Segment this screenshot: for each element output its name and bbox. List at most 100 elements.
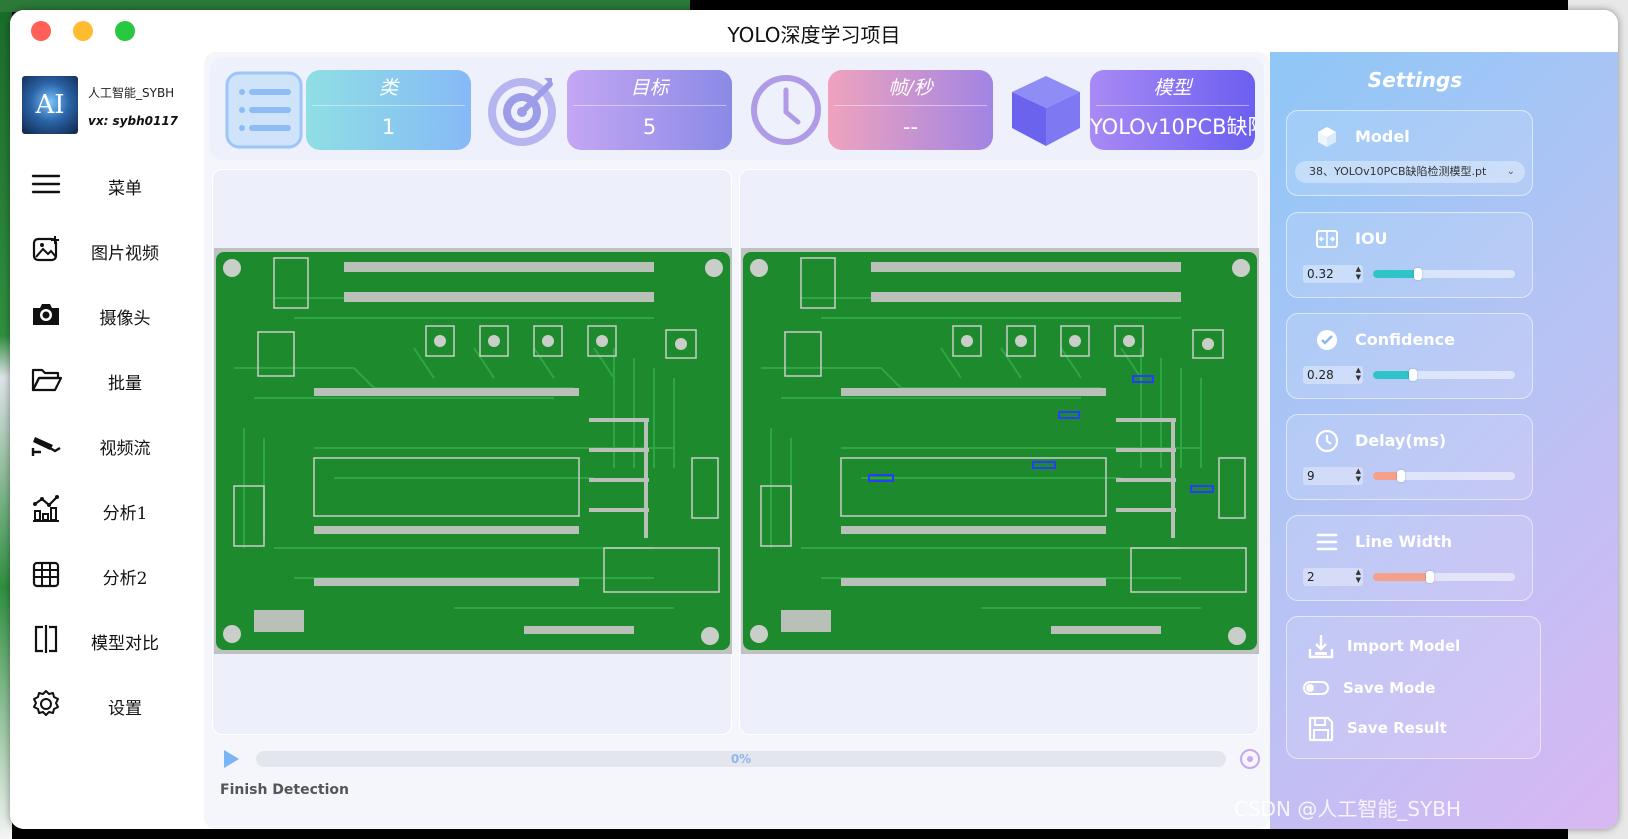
model-select-value: 38、YOLOv10PCB缺陷检测模型.pt	[1309, 165, 1487, 178]
sidebar-item-analysis-1[interactable]: 分析1	[10, 477, 210, 542]
gear-icon	[33, 690, 59, 716]
model-setting-card: Model 38、YOLOv10PCB缺陷检测模型.pt ⌄	[1286, 110, 1533, 196]
confidence-slider[interactable]	[1373, 369, 1515, 381]
profile-vx: vx: sybh0117	[88, 114, 179, 128]
iou-slider[interactable]	[1373, 268, 1515, 280]
settings-title: Settings	[1367, 68, 1463, 92]
class-count-value: 1	[381, 115, 396, 139]
spin-arrows-icon: ▲ ▼	[1355, 265, 1361, 281]
confidence-setting-card: Confidence 0.28 ▲ ▼	[1286, 313, 1533, 399]
delay-setting-card: Delay(ms) 9 ▲ ▼	[1286, 414, 1533, 500]
save-mode-label: Save Mode	[1343, 679, 1436, 697]
list-icon	[225, 71, 303, 149]
fps-title: 帧/秒	[834, 70, 987, 106]
sidebar-item-label: 设置	[108, 699, 142, 719]
target-icon	[488, 78, 556, 146]
sidebar-item-image-video[interactable]: 图片视频	[10, 217, 210, 282]
sidebar-item-batch[interactable]: 批量	[10, 347, 210, 412]
spin-arrows-icon: ▲ ▼	[1355, 568, 1361, 584]
fps-card: 帧/秒 --	[828, 70, 993, 150]
play-button[interactable]	[224, 750, 239, 768]
line-width-slider-fill	[1373, 573, 1430, 581]
sidebar-item-label: 菜单	[108, 179, 142, 199]
status-text: Finish Detection	[220, 782, 349, 798]
spin-arrows-icon: ▲ ▼	[1355, 366, 1361, 382]
fps-value: --	[902, 115, 919, 139]
main-area: 类 1 目标 5 帧/秒 -- 模型 YOLOv10PCB缺 0% Finish…	[204, 52, 1270, 829]
stop-button[interactable]	[1240, 749, 1260, 769]
iou-slider-fill	[1373, 270, 1419, 278]
menu-icon	[31, 174, 61, 194]
profile-name: 人工智能_SYBH	[88, 86, 175, 100]
clock-icon	[1315, 429, 1339, 453]
model-label: Model	[1355, 127, 1410, 146]
split-icon	[1316, 230, 1338, 248]
import-model-label: Import Model	[1347, 637, 1461, 655]
sidebar-item-label: 摄像头	[99, 309, 151, 329]
iou-slider-handle[interactable]	[1414, 268, 1423, 280]
line-width-slider[interactable]	[1373, 571, 1515, 583]
target-count-card: 目标 5	[567, 70, 732, 150]
sidebar-item-menu[interactable]: 菜单	[10, 152, 210, 217]
sidebar-item-analysis-2[interactable]: 分析2	[10, 542, 210, 607]
toggle-switch-icon	[1303, 681, 1329, 695]
iou-setting-card: IOU 0.32 ▲ ▼	[1286, 212, 1533, 298]
progress-row: 0%	[224, 746, 1260, 772]
chevron-down-icon: ⌄	[1506, 166, 1515, 177]
confidence-spinbox[interactable]: 0.28 ▲ ▼	[1303, 366, 1363, 384]
iou-spinbox[interactable]: 0.32 ▲ ▼	[1303, 265, 1363, 283]
target-count-title: 目标	[573, 70, 726, 106]
avatar: AI	[22, 76, 78, 134]
delay-spinbox[interactable]: 9 ▲ ▼	[1303, 467, 1363, 485]
progress-text: 0%	[730, 752, 752, 766]
compare-icon	[34, 625, 58, 653]
confidence-slider-handle[interactable]	[1408, 369, 1417, 381]
sidebar: AI 人工智能_SYBH vx: sybh0117 菜单 图片视频 摄像头 批量	[10, 52, 210, 829]
sidebar-item-video-stream[interactable]: 视频流	[10, 412, 210, 477]
iou-value: 0.32	[1307, 267, 1334, 281]
spin-arrows-icon: ▲ ▼	[1355, 467, 1361, 483]
cctv-icon	[31, 437, 61, 456]
model-title: 模型	[1096, 70, 1249, 106]
import-icon	[1308, 635, 1334, 659]
sidebar-item-camera[interactable]: 摄像头	[10, 282, 210, 347]
settings-panel: Settings Model 38、YOLOv10PCB缺陷检测模型.pt ⌄ …	[1270, 52, 1618, 829]
confidence-label: Confidence	[1355, 330, 1456, 349]
line-width-value: 2	[1307, 570, 1315, 584]
window-title: YOLO深度学习项目	[727, 23, 901, 47]
camera-icon	[33, 304, 59, 325]
progress-bar: 0%	[256, 751, 1226, 767]
box-icon	[1318, 127, 1336, 147]
clock-icon	[751, 75, 821, 145]
actions-card: Import Model Save Mode Save Result	[1286, 616, 1541, 759]
model-value: YOLOv10PCB缺陷检	[1090, 115, 1255, 139]
original-pcb-image	[214, 248, 732, 654]
iou-label: IOU	[1355, 229, 1388, 248]
check-circle-icon	[1317, 330, 1337, 350]
cube-icon	[1012, 76, 1080, 146]
confidence-value: 0.28	[1307, 368, 1334, 382]
result-image-panel	[739, 169, 1259, 735]
delay-slider-handle[interactable]	[1397, 470, 1406, 482]
confidence-slider-fill	[1373, 371, 1413, 379]
stats-bar: 类 1 目标 5 帧/秒 -- 模型 YOLOv10PCB缺	[210, 58, 1264, 160]
delay-slider[interactable]	[1373, 470, 1515, 482]
line-width-slider-handle[interactable]	[1425, 571, 1434, 583]
class-count-title: 类	[312, 70, 465, 106]
sidebar-item-label: 视频流	[99, 439, 151, 459]
result-pcb-image	[741, 248, 1259, 654]
chart-icon	[33, 495, 59, 522]
line-width-spinbox[interactable]: 2 ▲ ▼	[1303, 568, 1363, 586]
sidebar-item-label: 图片视频	[91, 244, 159, 264]
line-width-setting-card: Line Width 2 ▲ ▼	[1286, 515, 1533, 601]
sidebar-item-settings[interactable]: 设置	[10, 672, 210, 737]
sidebar-item-label: 分析2	[102, 569, 148, 589]
model-select[interactable]: 38、YOLOv10PCB缺陷检测模型.pt ⌄	[1295, 161, 1525, 183]
sidebar-item-model-compare[interactable]: 模型对比	[10, 607, 210, 672]
sidebar-item-label: 模型对比	[91, 634, 159, 654]
folder-icon	[31, 368, 62, 392]
line-width-label: Line Width	[1355, 532, 1453, 551]
model-card: 模型 YOLOv10PCB缺陷检	[1090, 70, 1255, 150]
watermark-text: CSDN @人工智能_SYBH	[1234, 797, 1462, 821]
save-result-label: Save Result	[1347, 719, 1447, 737]
